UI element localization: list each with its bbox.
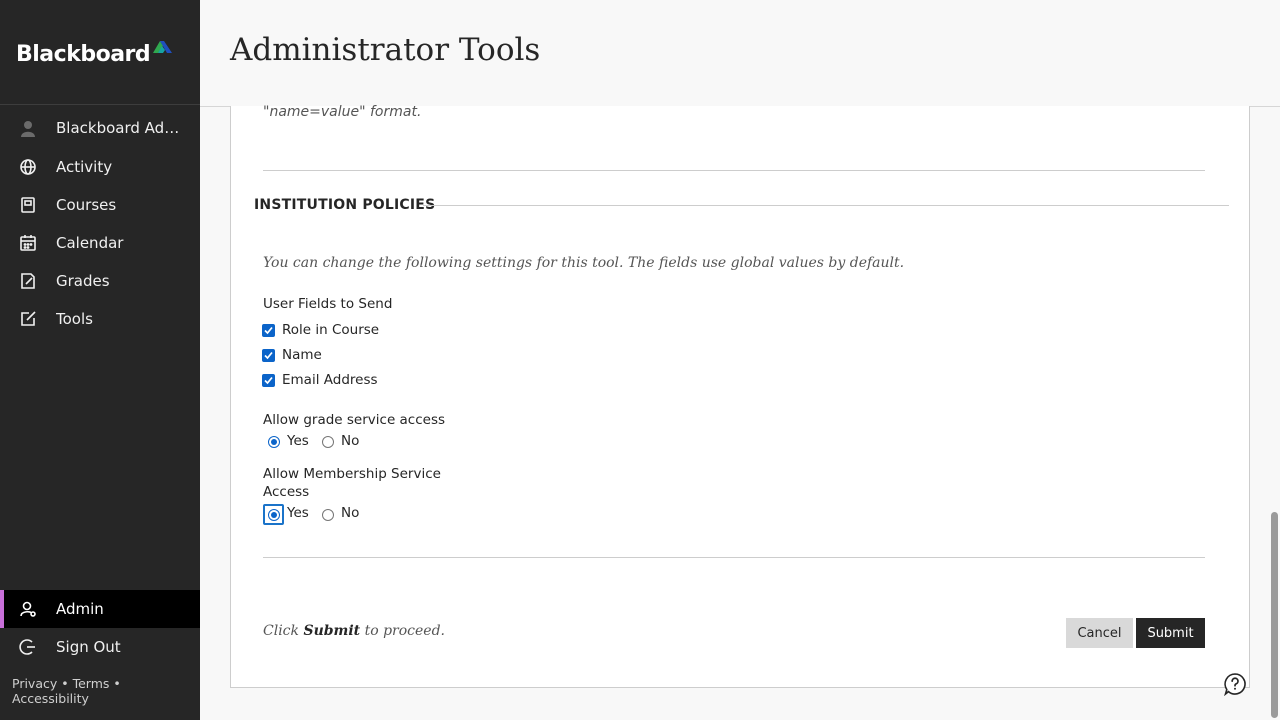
- sidebar-divider: [0, 104, 200, 105]
- checkmark-icon: [264, 376, 273, 385]
- grade-access-label: Allow grade service access: [263, 412, 446, 428]
- sidebar-item-label: Activity: [56, 158, 113, 176]
- tools-icon: [21, 311, 36, 326]
- format-note: "name=value" format.: [263, 104, 422, 120]
- section-title-rule: [423, 205, 1229, 206]
- membership-access-yes-radio[interactable]: [268, 509, 280, 521]
- email-address-label: Email Address: [282, 372, 378, 388]
- role-in-course-label: Role in Course: [282, 322, 380, 338]
- sidebar-item-admin[interactable]: Admin: [0, 590, 200, 628]
- globe-icon: [20, 159, 36, 175]
- sidebar-item-label: Sign Out: [56, 638, 121, 656]
- sidebar-item-profile[interactable]: Blackboard Adm...: [0, 109, 200, 147]
- sidebar: Blackboard Blackboard Adm... Activity Co…: [0, 0, 200, 720]
- sidebar-item-label: Tools: [56, 310, 93, 328]
- email-address-checkbox[interactable]: [262, 374, 275, 387]
- divider: [263, 557, 1205, 558]
- membership-access-yes-label: Yes: [287, 505, 309, 521]
- scrollbar[interactable]: [1270, 106, 1280, 720]
- calendar-icon: [20, 235, 36, 251]
- terms-link[interactable]: Terms: [73, 676, 110, 691]
- help-icon[interactable]: [1223, 672, 1247, 696]
- membership-access-label: Allow Membership Service: [263, 466, 441, 482]
- scrollbar-thumb[interactable]: [1271, 512, 1278, 718]
- privacy-link[interactable]: Privacy: [12, 676, 57, 691]
- grade-access-yes-radio[interactable]: [268, 436, 280, 448]
- page-title: Administrator Tools: [230, 32, 541, 68]
- sidebar-item-label: Admin: [56, 600, 104, 618]
- footer-links: Privacy • Terms • Accessibility: [12, 676, 200, 706]
- blackboard-logo[interactable]: Blackboard: [16, 38, 173, 70]
- name-checkbox[interactable]: [262, 349, 275, 362]
- role-in-course-checkbox[interactable]: [262, 324, 275, 337]
- sidebar-item-label: Courses: [56, 196, 117, 214]
- sidebar-item-label: Grades: [56, 272, 110, 290]
- membership-access-no-radio[interactable]: [322, 509, 334, 521]
- sidebar-item-calendar[interactable]: Calendar: [0, 224, 200, 262]
- courses-icon: [21, 197, 35, 213]
- sidebar-item-tools[interactable]: Tools: [0, 300, 200, 338]
- checkmark-icon: [264, 326, 273, 335]
- sidebar-item-label: Calendar: [56, 234, 124, 252]
- proceed-suffix: to proceed.: [364, 623, 446, 639]
- section-title: INSTITUTION POLICIES: [254, 197, 436, 213]
- page-header: Administrator Tools: [200, 0, 1280, 107]
- membership-access-label-cont: Access: [263, 484, 310, 500]
- user-fields-label: User Fields to Send: [263, 296, 393, 312]
- name-label: Name: [282, 347, 322, 363]
- grades-icon: [21, 273, 35, 289]
- footer-separator: •: [113, 676, 121, 691]
- sidebar-item-activity[interactable]: Activity: [0, 148, 200, 186]
- sign-out-icon: [19, 639, 35, 655]
- checkmark-icon: [264, 351, 273, 360]
- accessibility-link[interactable]: Accessibility: [12, 691, 89, 706]
- grade-access-no-radio[interactable]: [322, 436, 334, 448]
- instructions-text: You can change the following settings fo…: [263, 255, 905, 271]
- logo-text: Blackboard: [16, 41, 151, 67]
- grade-access-no-label: No: [341, 433, 360, 449]
- sidebar-item-label: Blackboard Adm...: [56, 119, 186, 137]
- sidebar-item-courses[interactable]: Courses: [0, 186, 200, 224]
- sidebar-item-grades[interactable]: Grades: [0, 262, 200, 300]
- sidebar-item-sign-out[interactable]: Sign Out: [0, 628, 200, 666]
- divider: [263, 170, 1205, 171]
- user-avatar-icon: [21, 121, 35, 137]
- settings-panel: [230, 106, 1250, 688]
- blackboard-logo-mark-icon: [153, 41, 173, 53]
- footer-separator: •: [61, 676, 69, 691]
- proceed-instructions: Click Submit to proceed.: [263, 623, 445, 639]
- proceed-prefix: Click: [263, 623, 299, 639]
- submit-button[interactable]: Submit: [1136, 618, 1205, 648]
- grade-access-yes-label: Yes: [287, 433, 309, 449]
- admin-icon: [20, 601, 36, 617]
- cancel-button[interactable]: Cancel: [1066, 618, 1133, 648]
- membership-access-no-label: No: [341, 505, 360, 521]
- proceed-bold: Submit: [303, 623, 361, 639]
